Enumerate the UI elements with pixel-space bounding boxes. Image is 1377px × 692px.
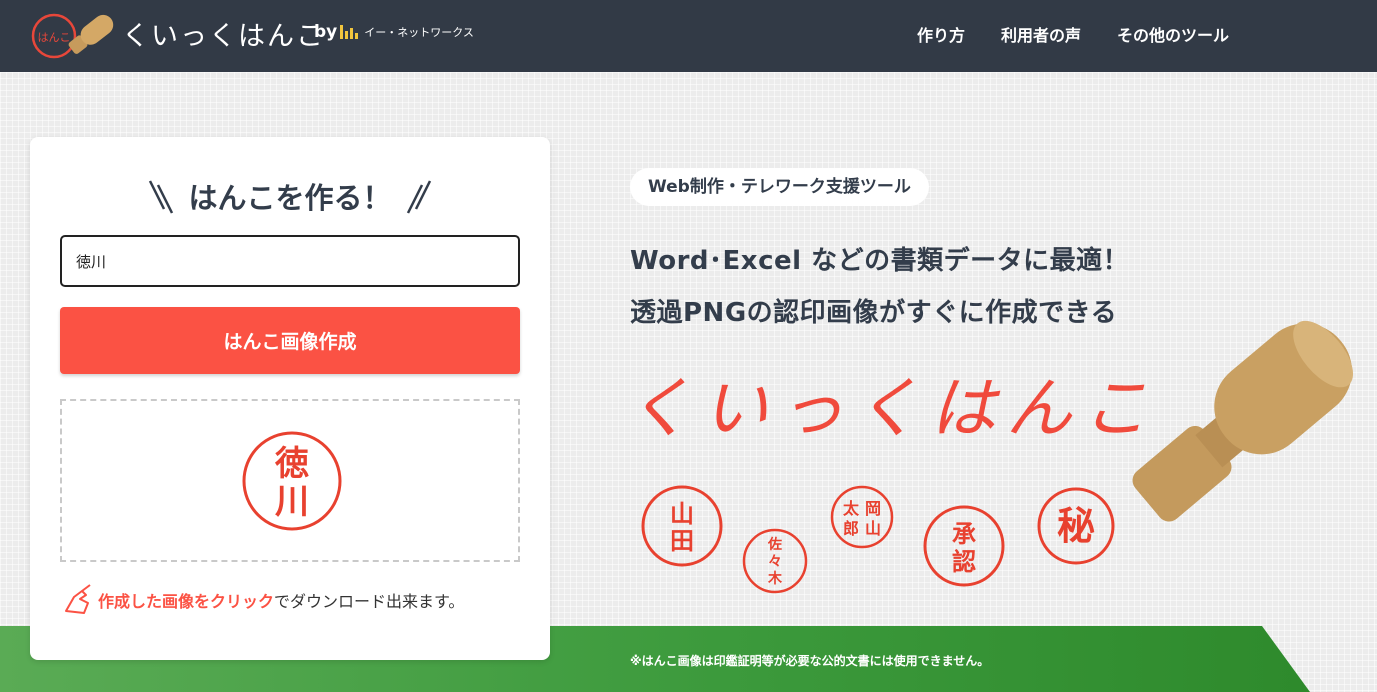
by-label: by <box>314 22 338 42</box>
seal-char: 郎 <box>843 519 859 538</box>
company-name: イー・ネットワークス <box>364 26 474 39</box>
hero-headline-1: Word･Excel などの書類データに最適！ <box>630 246 1130 276</box>
usage-notice: ※はんこ画像は印鑑証明等が必要な公的文書には使用できません。 <box>630 654 990 668</box>
sample-seal-shounin: 承 認 <box>923 505 1005 587</box>
site-header: はんこ くいっくはんこ by イー・ネットワークス 作り方 利用者の声 その他の… <box>0 0 1377 72</box>
title-deco-right-icon <box>406 180 432 214</box>
sample-seal-okayama: 太 郎 岡 山 <box>830 485 894 549</box>
seal-char: 太 <box>842 499 860 518</box>
seal-char: 山 <box>670 499 694 528</box>
seal-char: 秘 <box>1057 503 1095 548</box>
logo-seal-text: はんこ <box>38 31 71 44</box>
sample-seal-sasaki: 佐 々 木 <box>742 528 808 594</box>
hero-headline-2: 透過PNGの認印画像がすぐに作成できる <box>630 298 1118 328</box>
pointing-hand-icon <box>65 584 91 614</box>
main-nav: 作り方 利用者の声 その他のツール <box>917 22 1229 46</box>
seal-char: 岡 <box>865 499 881 518</box>
company-bars-icon <box>340 25 359 39</box>
create-hanko-button[interactable]: はんこ画像作成 <box>60 307 520 374</box>
hanko-stamp-icon <box>1132 320 1354 522</box>
company-credit[interactable]: by イー・ネットワークス <box>314 22 474 42</box>
hint-highlight: 作成した画像をクリック <box>98 592 275 611</box>
seal-char: 田 <box>670 526 694 555</box>
tagline-pill: Web制作・テレワーク支援ツール <box>630 168 929 206</box>
seal-char: 認 <box>952 547 976 576</box>
sample-seal-yamada: 山 田 <box>641 485 723 567</box>
generated-hanko-image[interactable]: 徳 川 <box>240 429 344 533</box>
sample-seal-hi: 秘 <box>1037 487 1115 565</box>
nav-link-voices[interactable]: 利用者の声 <box>1001 22 1081 46</box>
seal-char: 木 <box>767 570 783 587</box>
hanko-logo-icon[interactable]: はんこ <box>28 8 118 64</box>
hint-text: でダウンロード出来ます。 <box>274 592 465 611</box>
seal-char: 川 <box>275 482 309 522</box>
logo-text[interactable]: くいっくはんこ <box>122 14 325 53</box>
nav-link-tools[interactable]: その他のツール <box>1117 22 1229 46</box>
seal-char: 承 <box>952 519 976 548</box>
seal-char: 徳 <box>274 444 309 484</box>
form-title: はんこを作る！ <box>188 181 392 215</box>
seal-char: 佐 <box>767 536 782 553</box>
seal-char: 々 <box>768 554 782 570</box>
nav-link-howto[interactable]: 作り方 <box>917 22 965 46</box>
seal-char: 山 <box>865 519 881 538</box>
name-input[interactable] <box>60 235 520 287</box>
hero-logo-text: くいっくはんこ <box>626 370 1158 447</box>
hanko-preview-area: 徳 川 <box>60 399 520 562</box>
hanko-form-card: はんこを作る！ はんこ画像作成 徳 川 作成した画像をクリック でダウンロード出… <box>30 137 550 660</box>
download-hint: 作成した画像をクリック でダウンロード出来ます。 <box>60 583 464 617</box>
